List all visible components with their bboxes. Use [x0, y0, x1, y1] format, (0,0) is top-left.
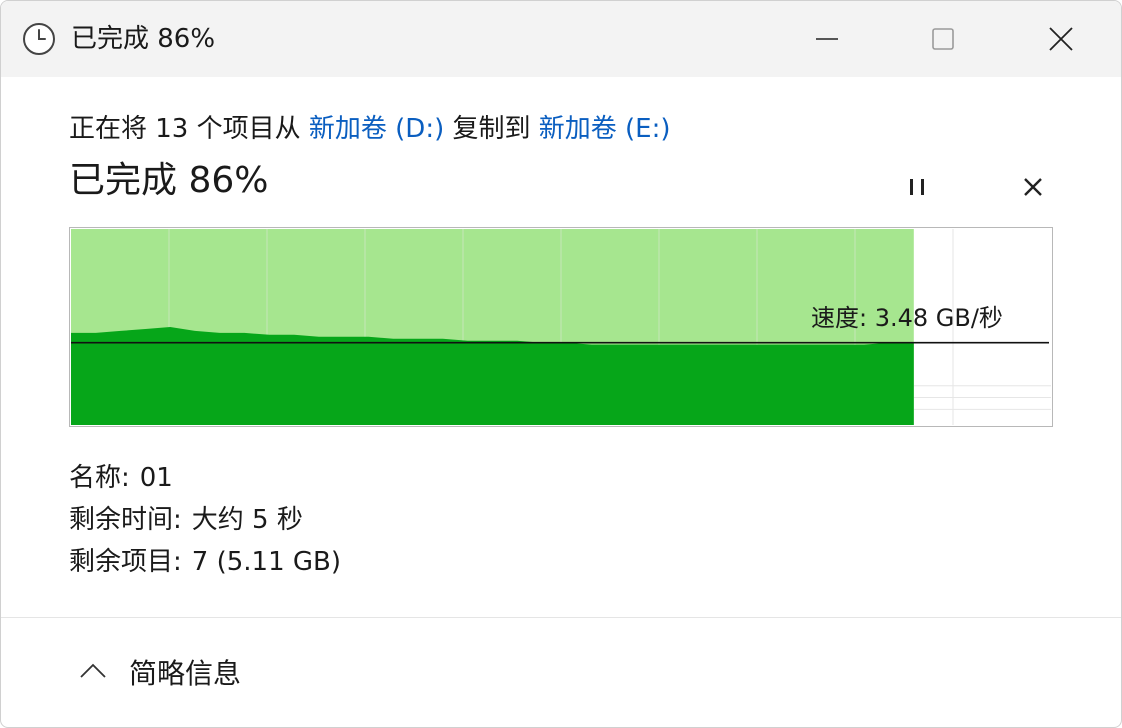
fewer-details-label: 简略信息	[129, 657, 242, 690]
cancel-copy-button[interactable]	[1013, 169, 1053, 205]
name-value: 01	[139, 463, 173, 493]
close-button[interactable]	[1029, 13, 1093, 65]
time-remaining-value: 大约 5 秒	[191, 505, 303, 535]
pause-icon	[910, 179, 924, 195]
copy-description: 正在将 13 个项目从 新加卷 (D:) 复制到 新加卷 (E:)	[69, 109, 671, 149]
close-icon	[1049, 27, 1073, 51]
minimize-button[interactable]	[795, 13, 859, 65]
minimize-icon	[816, 38, 838, 40]
pause-button[interactable]	[897, 169, 937, 205]
copy-progress-window: 已完成 86% 正在将 13 个项目从 新加卷 (D:) 复制到 新加卷 (E:…	[0, 0, 1122, 728]
detail-time-remaining: 剩余时间: 大约 5 秒	[69, 499, 341, 541]
destination-drive-link[interactable]: 新加卷 (E:)	[539, 114, 671, 144]
time-remaining-label: 剩余时间:	[69, 505, 182, 535]
source-drive-link[interactable]: 新加卷 (D:)	[309, 114, 444, 144]
window-title: 已完成 86%	[71, 24, 216, 54]
chevron-up-icon	[80, 663, 106, 678]
detail-items-remaining: 剩余项目: 7 (5.11 GB)	[69, 541, 341, 583]
maximize-icon	[932, 28, 954, 50]
name-label: 名称:	[69, 463, 130, 493]
close-icon	[1024, 178, 1042, 196]
detail-name: 名称: 01	[69, 457, 341, 499]
maximize-button[interactable]	[911, 13, 975, 65]
copy-prefix-text: 正在将 13 个项目从	[69, 114, 309, 144]
title-bar[interactable]: 已完成 86%	[1, 1, 1121, 77]
items-remaining-value: 7 (5.11 GB)	[191, 547, 341, 577]
copy-middle-text: 复制到	[444, 114, 539, 144]
items-remaining-label: 剩余项目:	[69, 547, 182, 577]
clock-icon	[21, 21, 57, 57]
progress-percent-heading: 已完成 86%	[69, 160, 269, 201]
speed-label: 速度: 3.48 GB/秒	[811, 304, 1003, 332]
footer-divider	[1, 617, 1121, 618]
transfer-details: 名称: 01 剩余时间: 大约 5 秒 剩余项目: 7 (5.11 GB)	[69, 457, 341, 583]
